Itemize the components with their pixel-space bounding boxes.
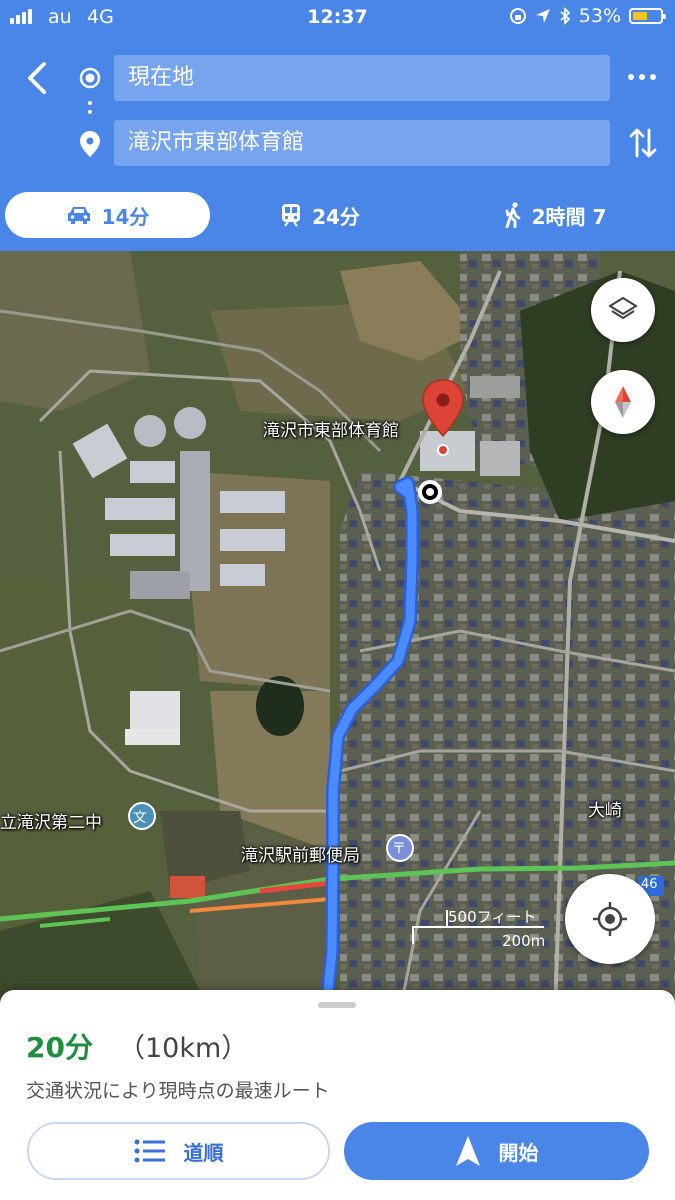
my-location-button[interactable] [565, 874, 655, 964]
tab-walking[interactable]: 2時間 7 [480, 192, 630, 238]
orientation-lock-icon [509, 8, 526, 24]
route-note: 交通状況により現時点の最速ルート [26, 1080, 330, 1102]
battery-fill [633, 12, 647, 20]
destination-text: 滝沢市東部体育館 [128, 130, 305, 155]
route-distance: （10km） [118, 1033, 249, 1064]
scale-imperial: 500フィート [448, 908, 537, 926]
tab-transit[interactable]: 24分 [240, 192, 400, 238]
map-scale: 500フィート 200m [412, 906, 552, 950]
bluetooth-icon [560, 7, 571, 25]
map-label-post-office: 滝沢駅前郵便局 [241, 846, 360, 866]
swap-icon[interactable] [628, 126, 658, 160]
sheet-drag-handle[interactable] [318, 1002, 356, 1008]
status-right: 53% [509, 5, 666, 27]
list-icon [134, 1139, 165, 1163]
compass-button[interactable] [591, 370, 655, 434]
navigation-arrow-icon [455, 1136, 480, 1166]
compass-icon [615, 386, 631, 418]
origin-input[interactable]: 現在地 [114, 55, 610, 101]
scale-metric: 200m [502, 932, 546, 950]
destination-map-pin-icon[interactable] [421, 378, 465, 458]
steps-button-label: 道順 [183, 1140, 224, 1165]
back-arrow-icon[interactable] [22, 58, 52, 98]
route-connector-dots [88, 101, 92, 119]
layers-button[interactable] [591, 278, 655, 342]
tab-driving[interactable]: 14分 [5, 192, 210, 238]
train-icon [282, 204, 301, 227]
map-view[interactable]: 滝沢市東部体育館 立滝沢第二中 文 滝沢駅前郵便局 〒 大崎 46 500フィー… [0, 251, 675, 1011]
walk-icon [505, 202, 520, 228]
origin-marker-icon [79, 67, 101, 89]
my-location-icon [593, 902, 627, 936]
route-header: au 4G 12:37 53% 現在地 滝沢市東部体育館 14分 24分 2時間… [0, 0, 675, 251]
destination-input[interactable]: 滝沢市東部体育館 [114, 120, 610, 166]
route-summary-sheet: 20分 （10km） 交通状況により現時点の最速ルート 道順 開始 [0, 990, 675, 1200]
more-options-icon[interactable] [628, 74, 656, 80]
school-icon: 文 [133, 810, 147, 826]
travel-mode-tabs: 14分 24分 2時間 7 [0, 192, 675, 238]
map-label-district: 大崎 [588, 801, 622, 821]
location-arrow-icon [535, 9, 550, 23]
tab-driving-label: 14分 [101, 204, 150, 229]
tab-walking-label: 2時間 7 [531, 204, 607, 229]
tab-transit-label: 24分 [312, 204, 360, 229]
battery-percent: 53% [578, 5, 621, 27]
steps-button[interactable]: 道順 [27, 1122, 330, 1180]
car-icon [67, 207, 90, 224]
start-button-label: 開始 [498, 1140, 539, 1165]
layers-icon [608, 296, 638, 320]
battery-icon [629, 8, 666, 24]
map-label-school: 立滝沢第二中 [0, 813, 102, 833]
destination-pin-icon [80, 131, 100, 157]
map-label-destination: 滝沢市東部体育館 [263, 421, 399, 441]
post-office-icon: 〒 [392, 841, 406, 857]
route-duration: 20分 [26, 1031, 93, 1064]
status-bar: au 4G 12:37 53% [0, 0, 675, 34]
start-navigation-button[interactable]: 開始 [344, 1122, 649, 1180]
origin-text: 現在地 [128, 65, 195, 90]
